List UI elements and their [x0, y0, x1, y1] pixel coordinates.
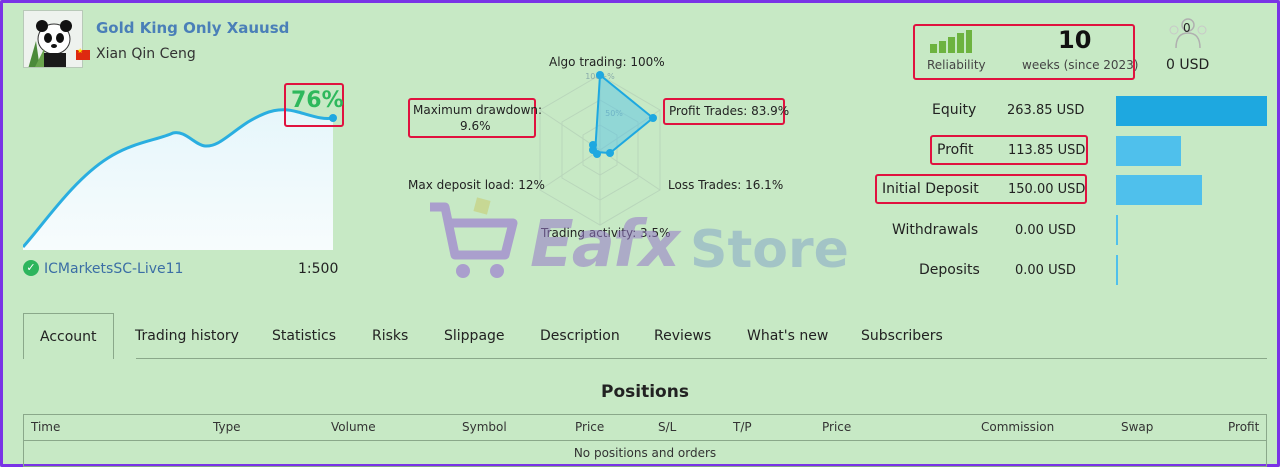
col-tp[interactable]: T/P	[733, 420, 752, 434]
col-time[interactable]: Time	[31, 420, 60, 434]
radar-max-drawdown-label: Maximum drawdown:	[413, 103, 543, 117]
col-sl[interactable]: S/L	[658, 420, 676, 434]
radar-point-loss	[606, 149, 614, 157]
radar-shape	[591, 73, 655, 155]
tab-statistics[interactable]: Statistics	[272, 313, 336, 359]
radar-profit-trades: Profit Trades: 83.9%	[669, 104, 790, 118]
deposits-label: Deposits	[919, 262, 980, 278]
avatar[interactable]	[23, 10, 83, 68]
radar-point-drawdown	[589, 141, 597, 149]
deposits-bar	[1116, 255, 1118, 285]
col-swap[interactable]: Swap	[1121, 420, 1153, 434]
radar-chart: 100+% 50%	[539, 71, 661, 226]
growth-percent: 76%	[291, 88, 344, 113]
equity-bar	[1116, 96, 1267, 126]
weeks-label: weeks (since 2023)	[1022, 58, 1139, 72]
growth-area	[23, 109, 333, 250]
equity-label: Equity	[932, 102, 977, 118]
tab-slippage[interactable]: Slippage	[444, 313, 505, 359]
subscribers-amount: 0 USD	[1166, 57, 1210, 73]
col-commission[interactable]: Commission	[981, 420, 1054, 434]
tab-risks[interactable]: Risks	[372, 313, 408, 359]
profit-bar	[1116, 136, 1181, 166]
broker-server[interactable]: ICMarketsSC-Live11	[44, 261, 183, 277]
table-header-separator	[23, 440, 1267, 441]
radar-point-algo	[596, 71, 604, 79]
cart-watermark-icon	[430, 197, 518, 278]
col-type[interactable]: Type	[213, 420, 241, 434]
radar-loss-trades: Loss Trades: 16.1%	[668, 178, 784, 192]
equity-value: 263.85 USD	[1007, 103, 1085, 118]
tab-account[interactable]: Account	[23, 313, 114, 359]
tab-trading-history[interactable]: Trading history	[135, 313, 239, 359]
withdrawals-label: Withdrawals	[892, 222, 979, 238]
reliability-label: Reliability	[927, 58, 986, 72]
reliability-bars-icon	[930, 30, 972, 53]
initial-deposit-label: Initial Deposit	[882, 181, 979, 197]
deposits-value: 0.00 USD	[1015, 263, 1076, 278]
radar-max-deposit-load: Max deposit load: 12%	[408, 178, 545, 192]
author-name[interactable]: Xian Qin Ceng	[96, 46, 196, 62]
profit-label: Profit	[937, 142, 974, 158]
tab-subscribers[interactable]: Subscribers	[861, 313, 943, 359]
system-title[interactable]: Gold King Only Xauusd	[96, 19, 289, 37]
profit-value: 113.85 USD	[1008, 143, 1086, 158]
watermark-eafx: Eafx	[530, 208, 680, 282]
leverage: 1:500	[298, 261, 339, 277]
subscribers-count: 0	[1183, 21, 1191, 35]
no-positions-message: No positions and orders	[573, 446, 717, 460]
weeks-count: 10	[1058, 26, 1092, 54]
verified-check-icon: ✓	[23, 260, 39, 276]
tab-bar: Account Trading history Statistics Risks…	[23, 313, 1267, 359]
col-profit[interactable]: Profit	[1228, 420, 1259, 434]
initial-deposit-bar	[1116, 175, 1202, 205]
col-volume[interactable]: Volume	[331, 420, 376, 434]
withdrawals-bar	[1116, 215, 1118, 245]
tab-reviews[interactable]: Reviews	[654, 313, 711, 359]
tab-whats-new[interactable]: What's new	[747, 313, 828, 359]
initial-deposit-value: 150.00 USD	[1008, 182, 1086, 197]
withdrawals-value: 0.00 USD	[1015, 223, 1076, 238]
radar-point-profit	[649, 114, 657, 122]
col-price-open[interactable]: Price	[575, 420, 604, 434]
col-symbol[interactable]: Symbol	[462, 420, 507, 434]
col-price-current[interactable]: Price	[822, 420, 851, 434]
radar-max-drawdown-value: 9.6%	[460, 119, 491, 133]
tab-underline	[136, 358, 1267, 359]
china-flag-icon	[76, 47, 90, 60]
tab-description[interactable]: Description	[540, 313, 620, 359]
positions-title: Positions	[601, 382, 689, 402]
radar-algo-trading: Algo trading: 100%	[549, 55, 665, 69]
watermark-store: Store	[690, 220, 849, 280]
